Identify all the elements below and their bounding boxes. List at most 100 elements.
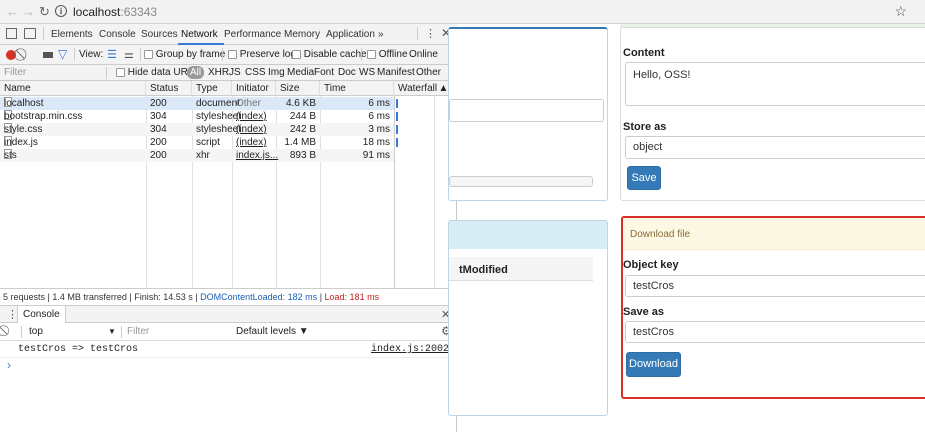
preserve-log-toggle[interactable]: Preserve log <box>228 49 296 60</box>
back-icon[interactable]: ← <box>6 4 19 19</box>
filter-icon[interactable]: ▽ <box>58 47 67 61</box>
waterfall-bar <box>396 99 398 108</box>
type-filter-ws[interactable]: WS <box>359 67 375 78</box>
request-initiator[interactable]: (index) <box>236 136 267 149</box>
content-textarea[interactable]: Hello, OSS! <box>625 62 925 106</box>
col-header-type[interactable]: Type <box>192 81 232 96</box>
col-header-status[interactable]: Status <box>146 81 192 96</box>
offline-checkbox[interactable] <box>367 49 376 59</box>
console-toolbar: ⃠ top ▼ Filter Default levels ▼ ⚙ <box>0 323 457 341</box>
request-time: 6 ms <box>368 98 390 109</box>
type-filter-media[interactable]: Media <box>287 67 314 78</box>
disable-cache-toggle[interactable]: Disable cache <box>292 49 367 60</box>
col-header-time[interactable]: Time <box>320 81 394 96</box>
inspect-element-icon[interactable] <box>6 28 17 39</box>
table-row[interactable]: sts 200 xhr index.js... 893 B 91 ms <box>0 149 394 162</box>
tab-sources[interactable]: Sources <box>141 29 178 40</box>
col-header-initiator[interactable]: Initiator <box>232 81 276 96</box>
request-name-text: bootstrap.min.css <box>4 111 83 122</box>
type-filter-all[interactable]: All <box>187 66 205 79</box>
console-prompt[interactable]: › <box>7 358 11 372</box>
request-initiator[interactable]: (index) <box>236 110 267 123</box>
preserve-log-checkbox[interactable] <box>228 49 237 59</box>
network-filter-bar: Filter Hide data URLs All XHR JS CSS Img… <box>0 65 457 81</box>
tab-console[interactable]: Console <box>99 29 136 40</box>
table-row[interactable]: localhost 200 document Other 4.6 KB 6 ms <box>0 97 394 110</box>
store-as-select[interactable]: object <box>625 136 925 159</box>
group-by-frame-label: Group by frame <box>155 49 226 60</box>
divider <box>222 48 223 61</box>
address-bar[interactable]: localhost:63343 <box>73 5 157 19</box>
tab-network[interactable]: Network <box>181 29 218 40</box>
download-panel-title: Download file <box>630 229 691 240</box>
request-initiator[interactable]: index.js... <box>236 149 278 162</box>
content-value: Hello, OSS! <box>633 69 691 81</box>
tab-overflow[interactable]: » <box>378 29 384 40</box>
waterfall-label: Waterfall <box>398 83 438 94</box>
forward-icon[interactable]: → <box>22 4 35 19</box>
object-key-value: testCros <box>633 280 674 292</box>
type-filter-js[interactable]: JS <box>229 67 241 78</box>
offline-toggle[interactable]: Offline <box>367 49 408 60</box>
bookmark-star-icon[interactable]: ☆ <box>894 3 907 20</box>
request-status: 200 <box>150 150 167 161</box>
download-file-panel: Download file Object key testCros Save a… <box>621 216 925 399</box>
upload-input[interactable] <box>449 99 604 122</box>
request-name-text: style.css <box>4 124 43 135</box>
table-row[interactable]: bootstrap.min.css 304 stylesheet (index)… <box>0 110 394 123</box>
save-as-input[interactable]: testCros <box>625 321 925 343</box>
large-rows-icon[interactable]: ☰ <box>107 48 117 61</box>
overview-icon[interactable]: ⚌ <box>124 48 134 61</box>
type-filter-doc[interactable]: Doc <box>338 67 356 78</box>
object-key-label: Object key <box>623 259 679 271</box>
filter-input[interactable]: Filter <box>4 67 107 79</box>
tab-application[interactable]: Application <box>326 29 375 40</box>
type-filter-other[interactable]: Other <box>416 67 441 78</box>
chevron-down-icon[interactable]: ▼ <box>108 327 116 336</box>
capture-screenshots-icon[interactable] <box>43 52 53 58</box>
tab-console-drawer[interactable]: Console <box>17 306 66 323</box>
disable-cache-checkbox[interactable] <box>292 49 301 59</box>
col-header-size[interactable]: Size <box>276 81 320 96</box>
col-header-name[interactable]: Name <box>0 81 146 96</box>
request-initiator[interactable]: (index) <box>236 123 267 136</box>
tab-performance[interactable]: Performance <box>224 29 281 40</box>
record-icon[interactable] <box>6 50 16 60</box>
type-filter-manifest[interactable]: Manifest <box>377 67 415 78</box>
console-message-source[interactable]: index.js:20029 <box>371 344 455 355</box>
type-filter-css[interactable]: CSS <box>245 67 266 78</box>
hide-data-urls-checkbox[interactable] <box>116 67 125 77</box>
table-row[interactable]: index.js 200 script (index) 1.4 MB 18 ms <box>0 136 394 149</box>
device-toolbar-icon[interactable] <box>24 28 36 39</box>
type-filter-xhr[interactable]: XHR <box>208 67 229 78</box>
object-key-input[interactable]: testCros <box>625 275 925 297</box>
tab-elements[interactable]: Elements <box>51 29 93 40</box>
request-name-text: sts <box>4 150 17 161</box>
more-options-icon[interactable]: ⋮ <box>425 27 436 40</box>
divider <box>121 326 122 338</box>
group-by-frame-toggle[interactable]: Group by frame <box>144 49 225 60</box>
site-info-icon[interactable]: i <box>55 5 67 17</box>
request-time: 91 ms <box>362 150 390 161</box>
save-button[interactable]: Save <box>627 166 661 190</box>
context-select[interactable]: top <box>29 326 43 337</box>
download-button[interactable]: Download <box>626 352 681 377</box>
type-filter-img[interactable]: Img <box>268 67 285 78</box>
throttling-select[interactable]: Online <box>409 49 438 60</box>
log-levels-select[interactable]: Default levels ▼ <box>236 326 309 337</box>
group-by-frame-checkbox[interactable] <box>144 49 153 59</box>
request-size: 4.6 KB <box>285 98 316 109</box>
devtools-tabbar: Elements Console Sources Network Perform… <box>0 24 457 45</box>
waterfall-bar <box>396 138 398 147</box>
table-row[interactable]: style.css 304 stylesheet (index) 242 B 3… <box>0 123 394 136</box>
console-filter-input[interactable]: Filter <box>127 326 149 337</box>
browser-toolbar: ← → ↻ i localhost:63343 ☆ <box>0 0 925 24</box>
network-toolbar: ⃠ ▽ View: ☰ ⚌ Group by frame Preserve lo… <box>0 45 457 65</box>
view-label: View: <box>79 49 104 60</box>
reload-icon[interactable]: ↻ <box>39 4 50 20</box>
tab-memory[interactable]: Memory <box>284 29 320 40</box>
request-time: 18 ms <box>362 137 390 148</box>
network-summary: 5 requests | 1.4 MB transferred | Finish… <box>0 288 457 306</box>
request-name-text: index.js <box>4 137 38 148</box>
type-filter-font[interactable]: Font <box>314 67 334 78</box>
